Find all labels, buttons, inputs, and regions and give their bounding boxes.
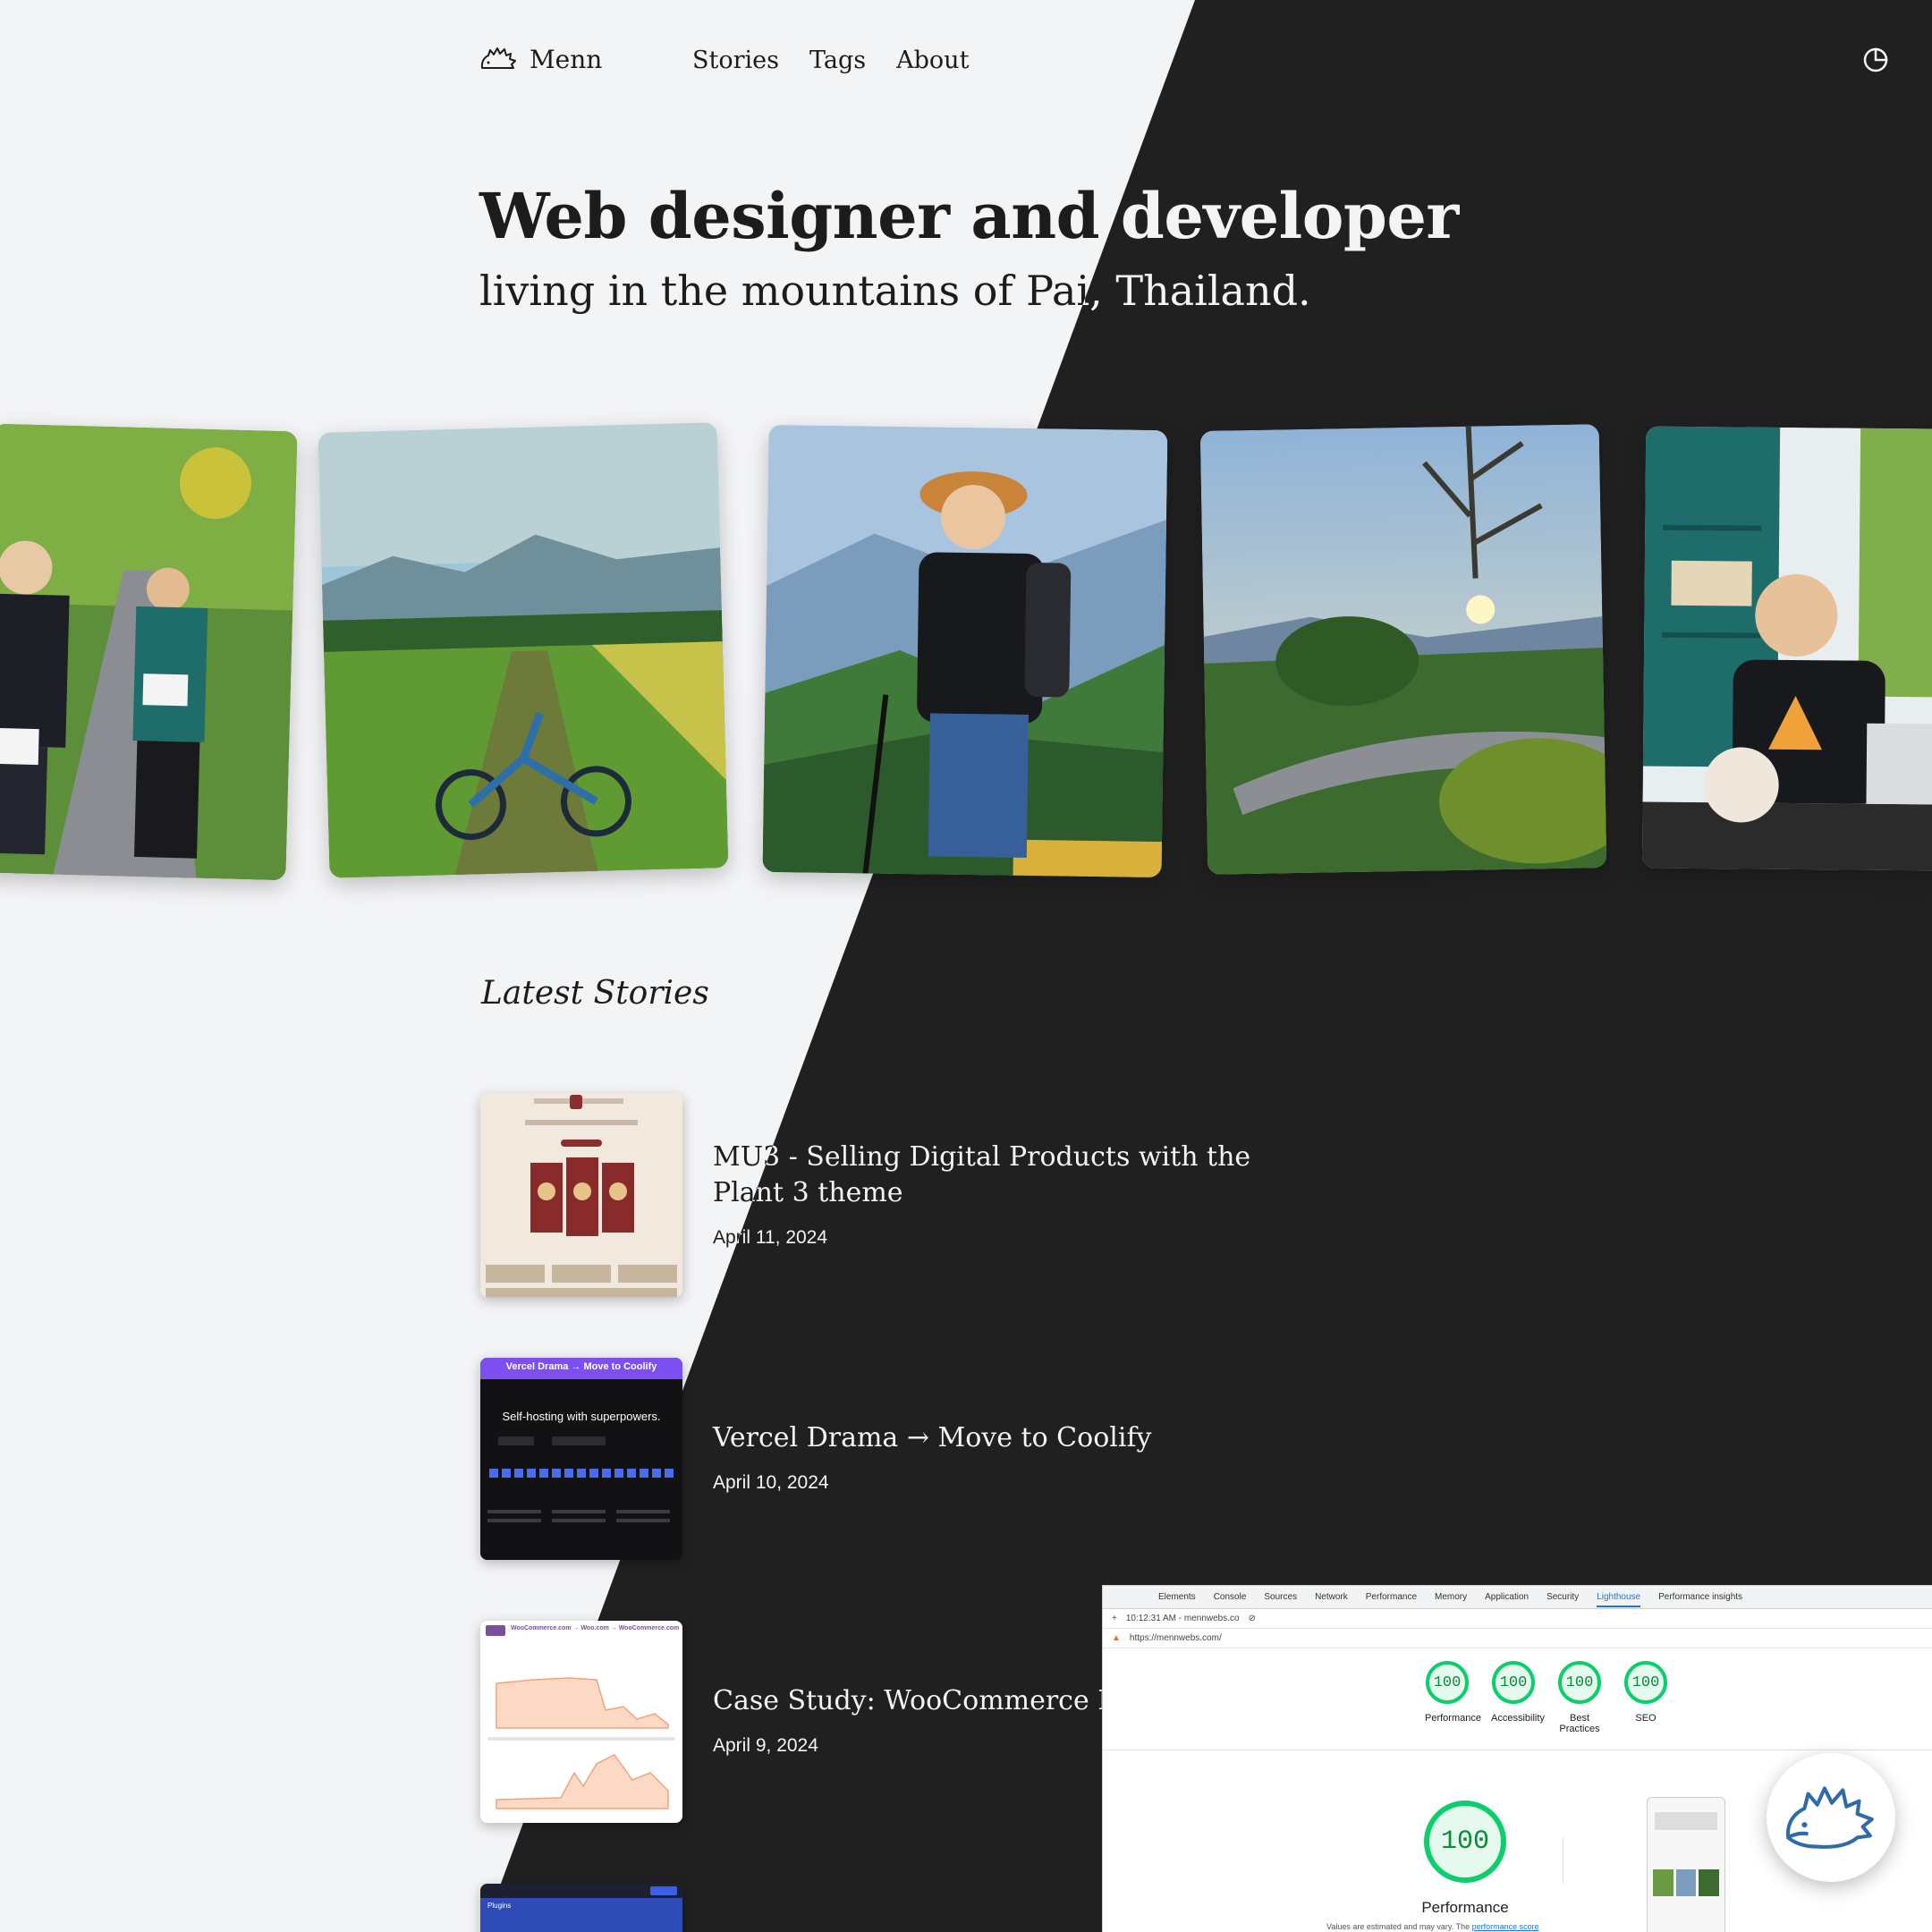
main-performance-label: Performance [1421,1899,1509,1916]
story-date-woo-dark: April 9, 2024 [713,1735,818,1756]
gauge-accessibility[interactable]: 100 Accessibility [1491,1661,1545,1734]
brand-name: Menn [530,45,603,74]
photo-sunset-road[interactable] [1199,424,1607,875]
gauge-best-practices[interactable]: 100 Best Practices [1557,1661,1602,1734]
main-performance-gauge: 100 Performance [1398,1801,1532,1917]
performance-score-link[interactable]: performance score [1472,1922,1539,1931]
photo-desk-office[interactable] [1641,426,1932,871]
report-time[interactable]: 10:12:31 AM - mennwebs.co [1126,1614,1240,1623]
plus-icon[interactable]: + [1112,1614,1117,1623]
tab-security[interactable]: Security [1546,1592,1579,1602]
gauge-performance[interactable]: 100 Performance [1425,1661,1481,1734]
story-title-vercel-dark: Vercel Drama → Move to Coolify [713,1422,1152,1453]
thumbnail-plugins[interactable]: Plugins [480,1884,682,1932]
tab-console[interactable]: Console [1214,1592,1247,1602]
main-nav: Stories Tags About [692,47,969,74]
gauge-seo[interactable]: 100 SEO [1623,1661,1668,1734]
vercel-thumb-banner: Vercel Drama → Move to Coolify [505,1361,657,1372]
latest-stories-heading: Latest Stories [481,975,709,1012]
estimate-note: Values are estimated and may vary. The p… [1326,1922,1539,1931]
story-date-vercel-dark: April 10, 2024 [713,1472,829,1493]
report-url[interactable]: https://mennwebs.com/ [1130,1633,1222,1643]
clear-icon[interactable]: ⊘ [1249,1614,1256,1623]
page-screenshot-preview [1647,1797,1725,1932]
lighthouse-logo-icon: ▲ [1112,1633,1121,1643]
photo-hiker-mountains[interactable] [762,424,1168,878]
tab-sources[interactable]: Sources [1264,1592,1297,1602]
woo-thumb-banner: WooCommerce.com → Woo.com → WooCommerce.… [511,1625,680,1631]
hedgehog-logo-icon [480,47,516,69]
vercel-thumb-headline: Self-hosting with superpowers. [502,1410,661,1423]
theme-toggle-icon[interactable] [1862,47,1889,73]
story-title-mu3-dark: MU3 - Selling Digital Products with the … [713,1141,1251,1208]
devtools-tabs: Elements Console Sources Network Perform… [1103,1586,1932,1609]
nav-stories[interactable]: Stories [692,47,779,74]
tab-memory[interactable]: Memory [1435,1592,1467,1602]
tab-performance[interactable]: Performance [1366,1592,1417,1602]
main-performance-score: 100 [1424,1801,1506,1883]
nav-tags[interactable]: Tags [809,47,866,74]
score-gauges: 100 Performance 100 Accessibility 100 Best … [1425,1661,1668,1734]
tab-lighthouse[interactable]: Lighthouse [1597,1592,1641,1607]
report-selector-row: + 10:12:31 AM - mennwebs.co ⊘ [1103,1609,1932,1629]
photo-rice-field-bike[interactable] [318,422,729,878]
plugins-thumb-label: Plugins [487,1902,512,1910]
nav-about[interactable]: About [896,47,969,74]
tab-elements[interactable]: Elements [1158,1592,1196,1602]
tab-application[interactable]: Application [1485,1592,1529,1602]
report-url-row: ▲ https://mennwebs.com/ [1103,1629,1932,1648]
thumbnail-vercel[interactable]: Vercel Drama → Move to Coolify Self-host… [480,1358,682,1560]
hedgehog-mascot-icon[interactable] [1767,1753,1895,1882]
thumbnail-woo[interactable]: WooCommerce.com → Woo.com → WooCommerce.… [480,1621,682,1823]
brand-logo[interactable]: Menn [479,45,602,74]
photo-runners[interactable] [0,423,298,881]
thumbnail-mu3[interactable] [480,1093,682,1297]
tab-network[interactable]: Network [1315,1592,1348,1602]
tab-performance-insights[interactable]: Performance insights [1658,1592,1742,1602]
